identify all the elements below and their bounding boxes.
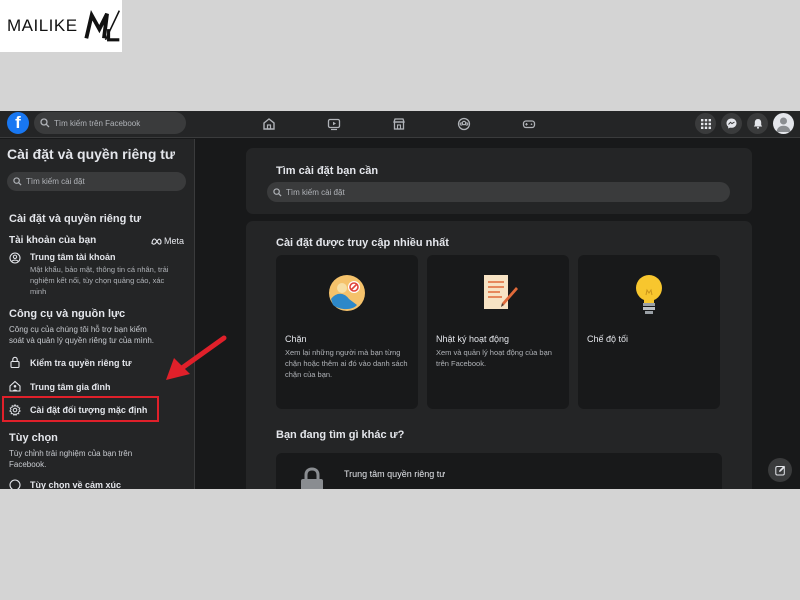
find-settings-placeholder: Tìm kiếm cài đặt bbox=[286, 187, 345, 197]
gaming-icon[interactable] bbox=[520, 115, 538, 133]
facebook-window: f Tìm kiếm trên Facebook Cài đặt và quyề… bbox=[0, 111, 800, 489]
watermark-text: MAILIKE bbox=[7, 16, 78, 35]
other-search-title: Bạn đang tìm gì khác ư? bbox=[276, 429, 405, 441]
menu-grid-icon[interactable] bbox=[695, 113, 716, 134]
facebook-logo-icon[interactable]: f bbox=[7, 112, 29, 134]
edit-icon bbox=[774, 465, 785, 475]
find-settings-title: Tìm cài đặt bạn cần bbox=[276, 165, 379, 177]
tile-dark-mode[interactable]: Chế độ tối bbox=[578, 255, 720, 409]
tools-desc-2: soát và quản lý quyền riêng tư của mình. bbox=[9, 336, 154, 345]
preferences-heading: Tùy chọn bbox=[9, 432, 58, 444]
blocking-icon bbox=[329, 275, 365, 311]
settings-sidebar: Cài đặt và quyền riêng tư Tìm kiếm cài đ… bbox=[0, 139, 195, 489]
accounts-center-desc-2: nghiệm kết nối, tùy chọn quảng cáo, xác bbox=[30, 276, 165, 285]
preferences-desc-1: Tùy chỉnh trải nghiệm của bạn trên bbox=[9, 449, 133, 458]
search-icon bbox=[13, 177, 22, 186]
watch-video-icon[interactable] bbox=[325, 115, 343, 133]
tile-blocking[interactable]: Chặn Xem lại những người mà bạn từng chặ… bbox=[276, 255, 418, 409]
find-settings-input[interactable]: Tìm kiếm cài đặt bbox=[267, 182, 730, 202]
accounts-center-desc-3: minh bbox=[30, 287, 47, 296]
lightbulb-icon bbox=[636, 275, 662, 314]
tile-activity-log[interactable]: Nhật ký hoạt động Xem và quản lý hoạt độ… bbox=[427, 255, 569, 409]
meta-logo-icon bbox=[151, 237, 162, 245]
compose-edit-button[interactable] bbox=[768, 458, 792, 482]
sidebar-item-label: Trung tâm gia đình bbox=[30, 382, 111, 392]
ml-logo-icon bbox=[84, 9, 120, 42]
tile-title: Chế độ tối bbox=[587, 334, 629, 344]
tile-title: Chặn bbox=[285, 334, 307, 344]
home-icon[interactable] bbox=[260, 115, 278, 133]
tools-heading: Công cụ và nguồn lực bbox=[9, 308, 126, 320]
search-placeholder: Tìm kiếm trên Facebook bbox=[54, 118, 141, 128]
privacy-center-label: Trung tâm quyền riêng tư bbox=[344, 469, 446, 479]
search-icon bbox=[40, 118, 50, 128]
sidebar-item-label: Tùy chọn về cảm xúc bbox=[30, 480, 122, 489]
activity-log-icon bbox=[484, 275, 518, 309]
person-icon bbox=[776, 117, 791, 132]
find-settings-card: Tìm cài đặt bạn cần Tìm kiếm cài đặt bbox=[246, 148, 752, 214]
preferences-desc-2: Facebook. bbox=[9, 460, 47, 469]
highlight-box bbox=[2, 396, 159, 422]
account-circle-icon bbox=[9, 252, 21, 264]
tile-title: Nhật ký hoạt động bbox=[436, 334, 510, 344]
privacy-center-card[interactable]: Trung tâm quyền riêng tư bbox=[276, 453, 722, 489]
most-visited-title: Cài đặt được truy cập nhiều nhất bbox=[276, 237, 449, 249]
account-heading: Tài khoản của bạn bbox=[9, 235, 97, 246]
red-arrow-annotation bbox=[166, 335, 227, 380]
main-nav bbox=[260, 115, 585, 133]
top-right-actions bbox=[690, 113, 794, 134]
lock-icon bbox=[301, 467, 323, 489]
tile-description: Xem và quản lý hoạt động của bạn trên Fa… bbox=[436, 348, 552, 368]
section-settings-privacy: Cài đặt và quyền riêng tư bbox=[9, 213, 142, 225]
marketplace-icon[interactable] bbox=[390, 115, 408, 133]
top-navigation-bar: f Tìm kiếm trên Facebook bbox=[0, 111, 800, 138]
family-icon bbox=[9, 380, 21, 392]
reaction-icon bbox=[9, 479, 21, 489]
most-visited-card: Cài đặt được truy cập nhiều nhất Chặn Xe… bbox=[246, 221, 752, 489]
groups-icon[interactable] bbox=[455, 115, 473, 133]
tools-desc-1: Công cụ của chúng tôi hỗ trợ bạn kiểm bbox=[9, 325, 147, 334]
search-icon bbox=[273, 187, 282, 197]
facebook-search-input[interactable]: Tìm kiếm trên Facebook bbox=[34, 112, 186, 134]
lock-icon bbox=[10, 356, 20, 368]
meta-brand: Meta bbox=[151, 236, 184, 246]
profile-avatar[interactable] bbox=[773, 113, 794, 134]
notifications-bell-icon[interactable] bbox=[747, 113, 768, 134]
accounts-center-label: Trung tâm tài khoản bbox=[30, 252, 116, 262]
accounts-center-desc-1: Mật khẩu, bảo mật, thông tin cá nhân, tr… bbox=[30, 265, 169, 274]
sidebar-title: Cài đặt và quyền riêng tư bbox=[7, 146, 176, 162]
messenger-icon[interactable] bbox=[721, 113, 742, 134]
settings-search-placeholder: Tìm kiếm cài đặt bbox=[26, 177, 85, 186]
watermark-logo: MAILIKE bbox=[0, 0, 122, 52]
tile-description: Xem lại những người mà bạn từng chặn hoặ… bbox=[285, 348, 408, 379]
settings-search-input[interactable]: Tìm kiếm cài đặt bbox=[7, 172, 186, 191]
sidebar-item-label: Kiểm tra quyền riêng tư bbox=[30, 358, 132, 368]
meta-label: Meta bbox=[164, 236, 185, 246]
